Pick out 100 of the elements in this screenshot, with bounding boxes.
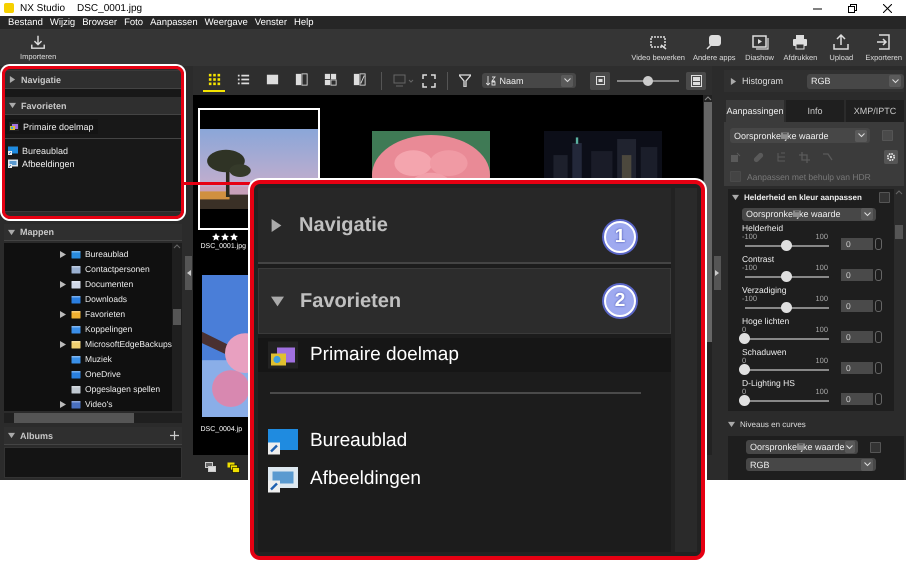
expand-arrow-icon[interactable] bbox=[60, 310, 66, 318]
single-view-icon bbox=[266, 73, 279, 86]
slider-thumb[interactable] bbox=[643, 76, 654, 86]
favorite-item[interactable]: Primaire doelmap bbox=[258, 338, 671, 372]
folder-item[interactable]: OneDrive bbox=[85, 369, 121, 380]
menu-item[interactable]: Wijzig bbox=[50, 17, 76, 28]
tab[interactable]: Info bbox=[786, 100, 844, 122]
preset-dropdown[interactable]: Oorspronkelijke waarde bbox=[742, 208, 876, 222]
favorite-item[interactable]: Primaire doelmap bbox=[5, 119, 98, 134]
folder-item[interactable]: Muziek bbox=[85, 354, 112, 364]
checkbox[interactable] bbox=[882, 130, 893, 141]
folder-item[interactable]: Video's bbox=[85, 399, 112, 410]
spinner[interactable] bbox=[875, 393, 882, 406]
triangle-icon[interactable] bbox=[8, 432, 15, 440]
expand-arrow-icon[interactable] bbox=[60, 250, 66, 258]
triangle-icon[interactable] bbox=[9, 76, 16, 83]
stack-icon[interactable] bbox=[227, 462, 240, 473]
value-field[interactable]: 0 bbox=[841, 238, 873, 250]
value-field[interactable]: 0 bbox=[841, 393, 873, 406]
restore-icon[interactable] bbox=[848, 4, 857, 12]
folder-item[interactable]: MicrosoftEdgeBackups bbox=[85, 339, 172, 350]
preset-dropdown[interactable]: Oorspronkelijke waarde bbox=[746, 440, 858, 454]
spinner[interactable] bbox=[875, 238, 882, 250]
menu-item[interactable]: Weergave bbox=[204, 17, 248, 28]
panel-title: Navigatie bbox=[21, 74, 62, 84]
folder-item[interactable]: Bureaublad bbox=[85, 249, 128, 260]
star-rating[interactable] bbox=[212, 233, 238, 241]
folder-item[interactable]: Documenten bbox=[85, 279, 134, 290]
settings-button[interactable] bbox=[884, 150, 898, 164]
folder-icon bbox=[71, 264, 81, 274]
folder-item[interactable]: Favorieten bbox=[85, 309, 126, 320]
add-icon[interactable] bbox=[170, 431, 179, 440]
menu-item[interactable]: Browser bbox=[82, 17, 118, 28]
fit-screen-icon[interactable] bbox=[422, 74, 436, 88]
menu-item[interactable]: Venster bbox=[254, 17, 287, 28]
sort-dropdown[interactable]: Naam bbox=[482, 73, 576, 88]
value-field[interactable]: 0 bbox=[841, 362, 873, 374]
triangle-icon[interactable] bbox=[730, 78, 737, 84]
scroll-thumb[interactable] bbox=[172, 309, 181, 326]
scroll-up-icon[interactable] bbox=[172, 243, 181, 250]
stack-icon[interactable] bbox=[205, 462, 218, 473]
scroll-up-icon[interactable] bbox=[704, 95, 712, 102]
spinner[interactable] bbox=[875, 331, 882, 344]
channel-dropdown[interactable]: RGB bbox=[746, 458, 876, 471]
slider-thumb[interactable] bbox=[781, 271, 792, 282]
value-field[interactable]: 0 bbox=[841, 269, 873, 282]
slider-thumb[interactable] bbox=[739, 364, 750, 376]
triangle-icon[interactable] bbox=[732, 194, 739, 202]
monitor-icon[interactable] bbox=[393, 74, 416, 88]
favorite-item[interactable]: Bureaublad bbox=[5, 144, 72, 157]
tab[interactable]: Aanpassingen bbox=[726, 100, 784, 122]
scroll-thumb[interactable] bbox=[14, 413, 134, 424]
triangle-icon[interactable] bbox=[270, 218, 283, 232]
folder-item[interactable]: Downloads bbox=[85, 294, 128, 304]
menu-item[interactable]: Help bbox=[294, 17, 314, 28]
slider-thumb[interactable] bbox=[781, 302, 792, 314]
spinner[interactable] bbox=[875, 362, 882, 374]
folder-item[interactable]: Koppelingen bbox=[85, 324, 132, 334]
menu-item[interactable]: Foto bbox=[124, 17, 144, 28]
filter-icon[interactable] bbox=[459, 74, 472, 87]
favorite-item[interactable]: Afbeeldingen bbox=[258, 460, 671, 498]
scroll-thumb[interactable] bbox=[895, 225, 903, 239]
tab[interactable]: XMP/IPTC bbox=[846, 100, 904, 122]
scrollbar[interactable] bbox=[172, 243, 182, 412]
expand-arrow-icon[interactable] bbox=[60, 280, 66, 288]
folder-icon bbox=[71, 370, 81, 379]
triangle-icon[interactable] bbox=[271, 294, 284, 308]
spinner[interactable] bbox=[875, 269, 882, 282]
triangle-icon[interactable] bbox=[728, 420, 735, 428]
folder-icon bbox=[71, 400, 81, 409]
favorite-item[interactable]: Afbeeldingen bbox=[5, 157, 79, 170]
slider-thumb[interactable] bbox=[781, 240, 792, 252]
folder-item[interactable]: Opgeslagen spellen bbox=[85, 384, 160, 394]
checkbox[interactable] bbox=[870, 442, 881, 452]
favorite-item[interactable]: Bureaublad bbox=[258, 422, 671, 460]
slider-thumb[interactable] bbox=[739, 333, 750, 344]
preset-dropdown[interactable]: Oorspronkelijke waarde bbox=[730, 128, 870, 143]
pictures-icon bbox=[8, 159, 18, 168]
scroll-up-icon[interactable] bbox=[895, 189, 903, 195]
spinner[interactable] bbox=[875, 300, 882, 312]
slider-thumb[interactable] bbox=[739, 395, 750, 406]
menu-item[interactable]: Aanpassen bbox=[150, 17, 198, 28]
larger-thumbnails-button[interactable] bbox=[686, 72, 706, 90]
checkbox[interactable] bbox=[879, 192, 890, 204]
menu-item[interactable]: Bestand bbox=[8, 17, 43, 28]
close-icon[interactable] bbox=[883, 4, 892, 12]
folder-item[interactable]: Contactpersonen bbox=[85, 264, 150, 274]
smaller-thumbnails-button[interactable] bbox=[590, 72, 610, 90]
triangle-icon[interactable] bbox=[8, 228, 15, 236]
collapse-handle[interactable] bbox=[185, 256, 192, 290]
expand-arrow-icon[interactable] bbox=[60, 340, 66, 348]
value-field[interactable]: 0 bbox=[841, 331, 873, 344]
scrollbar[interactable] bbox=[4, 413, 182, 424]
channel-dropdown[interactable]: RGB bbox=[807, 74, 904, 88]
collapse-handle[interactable] bbox=[714, 256, 721, 290]
download-icon bbox=[30, 34, 46, 50]
expand-arrow-icon[interactable] bbox=[60, 400, 66, 408]
value-field[interactable]: 0 bbox=[841, 300, 873, 312]
sort-icon bbox=[486, 76, 496, 86]
triangle-icon[interactable] bbox=[9, 102, 16, 109]
